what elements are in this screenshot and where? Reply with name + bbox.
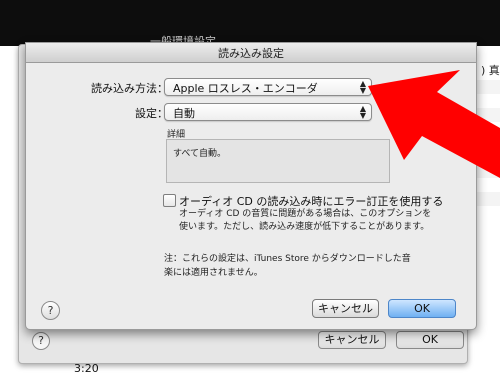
annotation-arrow [368, 70, 500, 178]
annotation-arrow-shape [368, 70, 500, 178]
